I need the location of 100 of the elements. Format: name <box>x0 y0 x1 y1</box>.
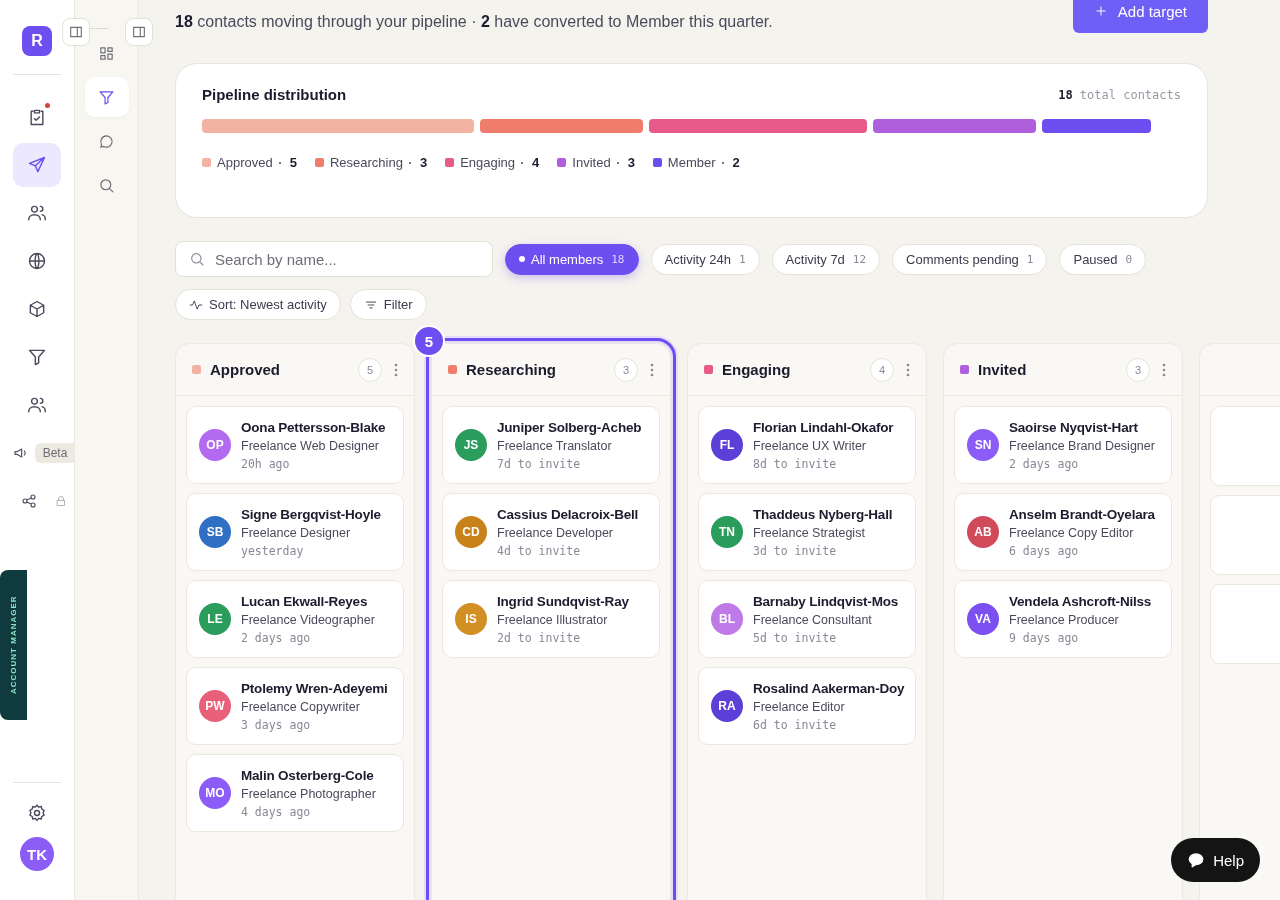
contact-name: Rosalind Aakerman-Doy <box>753 680 905 696</box>
contact-name: Thaddeus Nyberg-Hall <box>753 506 893 522</box>
send-button[interactable] <box>13 143 61 187</box>
contact-role: Freelance Brand Designer <box>1009 438 1155 453</box>
megaphone-icon[interactable] <box>12 445 29 461</box>
sort-button[interactable]: Sort: Newest activity <box>175 289 341 320</box>
filter-chip[interactable]: Activity 7d 12 <box>771 243 881 275</box>
contact-avatar: RA <box>711 690 743 722</box>
chat-icon <box>98 132 115 150</box>
column-title: Engaging <box>722 361 792 378</box>
legend-count: 3 <box>419 155 428 170</box>
search-field[interactable]: Search by name... <box>175 241 493 277</box>
filter-button[interactable]: Filter <box>349 289 427 320</box>
contact-card[interactable]: PW Ptolemy Wren-Adeyemi Freelance Copywriter 3 days ago <box>186 667 404 745</box>
contact-card[interactable]: SB Signe Bergqvist-Hoyle Freelance Designer yesterday <box>186 493 404 571</box>
contact-role: Freelance Copy Editor <box>1009 525 1135 540</box>
contact-role: Freelance Illustrator <box>497 612 609 627</box>
filter-icon <box>27 347 47 367</box>
legend-label: Researching <box>329 155 403 170</box>
pipeline-summary: 18 contacts moving through your pipeline · 2 have converted to Member this quarter. <box>175 13 773 31</box>
contact-time: 8d to invite <box>753 456 838 471</box>
contact-card[interactable]: RA Rosalind Aakerman-Doy Freelance Editor 6d to invite <box>698 667 916 745</box>
contact-role: Freelance Consultant <box>753 612 873 627</box>
panel-icon <box>68 24 84 40</box>
drop-count-badge: 5 <box>413 325 445 357</box>
sidebar-toggle-button[interactable] <box>125 18 153 46</box>
logo[interactable]: R <box>22 26 52 56</box>
help-button[interactable]: Help <box>1171 838 1260 882</box>
contact-time: 4d to invite <box>497 543 582 558</box>
contact-name: Juniper Solberg-Acheb <box>497 419 642 435</box>
contact-time: 4 days ago <box>241 804 312 819</box>
column-count: 3 <box>614 357 638 382</box>
contact-card[interactable]: OP Oona Pettersson-Blake Freelance Web Designer 20h ago <box>186 406 404 484</box>
contact-card[interactable]: MO Malin Osterberg-Cole Freelance Photographer 4 days ago <box>186 754 404 832</box>
column-count: 5 <box>358 357 382 382</box>
send-icon <box>27 155 47 175</box>
column-count: 4 <box>870 357 894 382</box>
contact-time: 5d to invite <box>753 630 838 645</box>
contact-name: Ingrid Sundqvist-Ray <box>497 593 629 609</box>
add-target-button[interactable]: Add target <box>1072 0 1208 33</box>
sidebar-toggle-button[interactable] <box>62 18 90 46</box>
filter-chip[interactable]: Activity 24h 1 <box>650 243 760 275</box>
contact-name: Anselm Brandt-Oyelara <box>1009 506 1155 522</box>
more-icon[interactable] <box>394 362 398 377</box>
contact-time: yesterday <box>241 543 305 558</box>
filter-chip[interactable]: Comments pending 1 <box>892 243 1048 275</box>
contact-avatar: BL <box>711 603 743 635</box>
contact-role: Freelance Editor <box>753 699 846 714</box>
contact-role: Freelance Designer <box>241 525 352 540</box>
user-avatar[interactable]: TK <box>20 837 54 871</box>
contact-avatar: SN <box>967 429 999 461</box>
column-title: Researching <box>466 361 558 378</box>
contact-card[interactable]: TN Thaddeus Nyberg-Hall Freelance Strategist 3d to invite <box>698 493 916 571</box>
contact-role: Freelance Photographer <box>241 786 376 801</box>
filter-chip[interactable]: All members 18 <box>505 243 639 275</box>
contact-avatar: TN <box>711 516 743 548</box>
legend-count: 5 <box>289 155 297 170</box>
cube-icon <box>27 299 47 319</box>
more-icon[interactable] <box>1162 362 1166 377</box>
contact-time: 3d to invite <box>753 543 838 558</box>
contact-time: 2d to invite <box>497 630 582 645</box>
card-title: Pipeline distribution <box>202 86 347 103</box>
settings-icon[interactable] <box>27 803 47 823</box>
contact-card[interactable]: JS Juniper Solberg-Acheb Freelance Translator 7d to invite <box>442 406 660 484</box>
contact-avatar: SB <box>199 516 231 548</box>
people-icon <box>27 203 47 223</box>
contact-card[interactable]: LE Lucan Ekwall-Reyes Freelance Videographer 2 days ago <box>186 580 404 658</box>
contact-role: Freelance Strategist <box>753 525 866 540</box>
contact-card[interactable]: SN Saoirse Nyqvist-Hart Freelance Brand Designer 2 days ago <box>954 406 1172 484</box>
filter-chip[interactable]: Paused 0 <box>1059 243 1147 275</box>
legend-label: Approved <box>217 155 273 170</box>
total-label: total contacts <box>1079 87 1181 102</box>
more-icon[interactable] <box>906 362 910 377</box>
panel-icon <box>131 24 147 40</box>
more-icon[interactable] <box>650 362 654 377</box>
contact-name: Malin Osterberg-Cole <box>241 767 375 783</box>
legend-count: 4 <box>532 155 540 170</box>
clipboard-icon <box>27 107 47 127</box>
contact-name: Cassius Delacroix-Bell <box>497 506 639 522</box>
contact-avatar: JS <box>455 429 487 461</box>
filter-button[interactable] <box>84 77 129 117</box>
account-manager-tab[interactable]: ACCOUNT MANAGER <box>0 570 27 720</box>
share-icon[interactable] <box>21 493 37 509</box>
contact-time: 7d to invite <box>497 456 582 471</box>
contact-name: Saoirse Nyqvist-Hart <box>1009 419 1139 435</box>
legend-label: Engaging <box>460 155 516 170</box>
contact-role: Freelance Copywriter <box>241 699 361 714</box>
column-count: 3 <box>1126 357 1150 382</box>
total-count: 18 <box>1058 87 1073 102</box>
contact-role: Freelance UX Writer <box>753 438 867 453</box>
contact-card[interactable]: BL Barnaby Lindqvist-Mos Freelance Consultant 5d to invite <box>698 580 916 658</box>
contact-role: Freelance Producer <box>1009 612 1120 627</box>
contact-name: Oona Pettersson-Blake <box>241 419 386 435</box>
contact-card[interactable]: IS Ingrid Sundqvist-Ray Freelance Illustrator 2d to invite <box>442 580 660 658</box>
users-icon <box>27 395 47 415</box>
contact-card[interactable]: AB Anselm Brandt-Oyelara Freelance Copy Editor 6 days ago <box>954 493 1172 571</box>
contact-card[interactable]: VA Vendela Ashcroft-Nilss Freelance Producer 9 days ago <box>954 580 1172 658</box>
contact-card[interactable]: FL Florian Lindahl-Okafor Freelance UX Writer 8d to invite <box>698 406 916 484</box>
contact-card[interactable]: CD Cassius Delacroix-Bell Freelance Developer 4d to invite <box>442 493 660 571</box>
contact-time: 9 days ago <box>1009 630 1080 645</box>
